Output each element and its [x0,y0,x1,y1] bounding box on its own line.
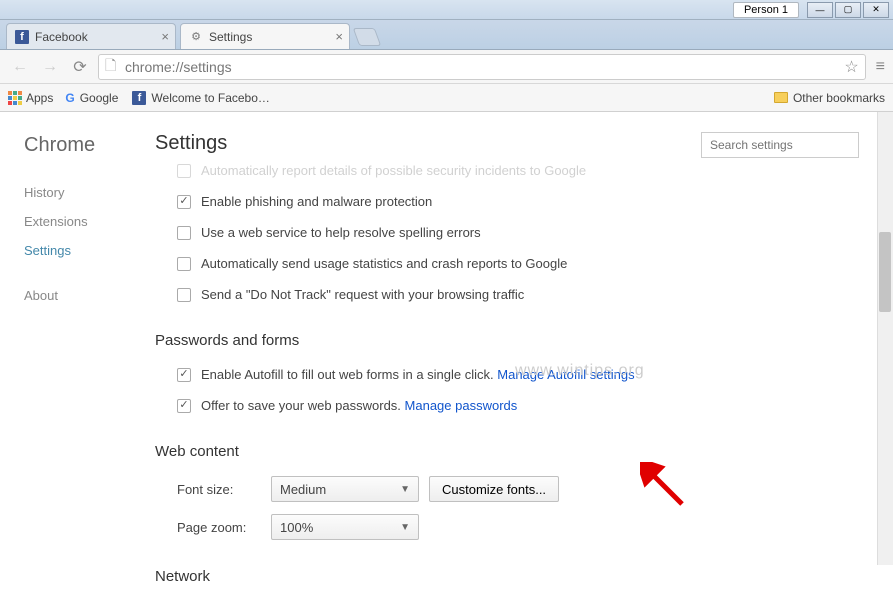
page-zoom-label: Page zoom: [177,520,271,535]
close-tab-icon[interactable]: × [335,29,343,44]
reload-button[interactable]: ⟳ [68,55,92,79]
apps-button[interactable]: Apps [8,91,53,105]
setting-label: Offer to save your web passwords. [201,398,405,413]
other-bookmarks[interactable]: Other bookmarks [774,91,885,105]
bookmarks-bar: Apps G Google f Welcome to Facebo… Other… [0,84,893,112]
content-area: Chrome History Extensions Settings About… [0,112,893,565]
checkbox-do-not-track[interactable] [177,288,191,302]
select-value: Medium [280,482,326,497]
profile-button[interactable]: Person 1 [733,2,799,18]
apps-label: Apps [26,91,53,105]
sidebar-item-extensions[interactable]: Extensions [24,214,155,229]
google-icon: G [65,91,74,105]
minimize-button[interactable]: — [807,2,833,18]
checkbox-spelling[interactable] [177,226,191,240]
facebook-icon: f [15,30,29,44]
link-manage-passwords[interactable]: Manage passwords [405,398,518,413]
search-input[interactable] [701,132,859,158]
font-size-select[interactable]: Medium ▼ [271,476,419,502]
page-zoom-select[interactable]: 100% ▼ [271,514,419,540]
setting-label: Automatically report details of possible… [201,163,586,178]
url-text: chrome://settings [125,59,232,75]
select-value: 100% [280,520,313,535]
apps-grid-icon [8,91,22,105]
setting-label: Enable Autofill to fill out web forms in… [201,367,497,382]
other-bookmarks-label: Other bookmarks [793,91,885,105]
sidebar-brand: Chrome [24,134,155,157]
address-bar[interactable]: 🗋 chrome://settings ☆ [98,54,866,80]
maximize-button[interactable]: ▢ [835,2,861,18]
link-manage-autofill[interactable]: Manage Autofill settings [497,367,634,382]
toolbar: ← → ⟳ 🗋 chrome://settings ☆ ≡ [0,50,893,84]
sidebar-item-settings[interactable]: Settings [24,243,155,258]
font-size-label: Font size: [177,482,271,497]
folder-icon [774,92,788,103]
checkbox-save-passwords[interactable] [177,399,191,413]
bookmark-facebook[interactable]: f Welcome to Facebo… [132,91,270,105]
forward-button[interactable]: → [38,55,62,79]
section-network: Network [155,568,869,585]
facebook-icon: f [132,91,146,105]
bookmark-google[interactable]: G Google [65,91,118,105]
section-web-content: Web content [155,443,869,460]
chrome-menu-button[interactable]: ≡ [876,58,885,76]
tab-label: Facebook [35,30,88,44]
setting-label: Use a web service to help resolve spelli… [201,225,481,240]
scrollbar-thumb[interactable] [879,232,891,312]
bookmark-star-icon[interactable]: ☆ [844,57,858,77]
tab-facebook[interactable]: f Facebook × [6,23,176,49]
checkbox-report-incidents[interactable] [177,164,191,178]
checkbox-autofill[interactable] [177,368,191,382]
window-titlebar: Person 1 — ▢ ✕ [0,0,893,20]
vertical-scrollbar[interactable] [877,112,893,565]
customize-fonts-button[interactable]: Customize fonts... [429,476,559,502]
bookmark-label: Google [80,91,119,105]
sidebar-item-history[interactable]: History [24,185,155,200]
chevron-down-icon: ▼ [400,522,410,533]
setting-label: Automatically send usage statistics and … [201,256,567,271]
tab-label: Settings [209,30,252,44]
setting-label: Send a "Do Not Track" request with your … [201,287,524,302]
setting-label: Enable phishing and malware protection [201,194,432,209]
search-settings[interactable] [701,132,859,158]
sidebar-item-about[interactable]: About [24,288,155,303]
checkbox-usage-stats[interactable] [177,257,191,271]
settings-main: Settings Automatically report details of… [155,112,893,565]
bookmark-label: Welcome to Facebo… [151,91,270,105]
chevron-down-icon: ▼ [400,484,410,495]
close-tab-icon[interactable]: × [161,29,169,44]
checkbox-phishing[interactable] [177,195,191,209]
section-passwords-forms: Passwords and forms [155,332,869,349]
page-icon: 🗋 [105,55,119,79]
close-window-button[interactable]: ✕ [863,2,889,18]
sidebar: Chrome History Extensions Settings About [0,112,155,565]
tab-strip: f Facebook × ⚙ Settings × [0,20,893,50]
gear-icon: ⚙ [189,30,203,44]
new-tab-button[interactable] [353,28,382,46]
back-button[interactable]: ← [8,55,32,79]
tab-settings[interactable]: ⚙ Settings × [180,23,350,49]
